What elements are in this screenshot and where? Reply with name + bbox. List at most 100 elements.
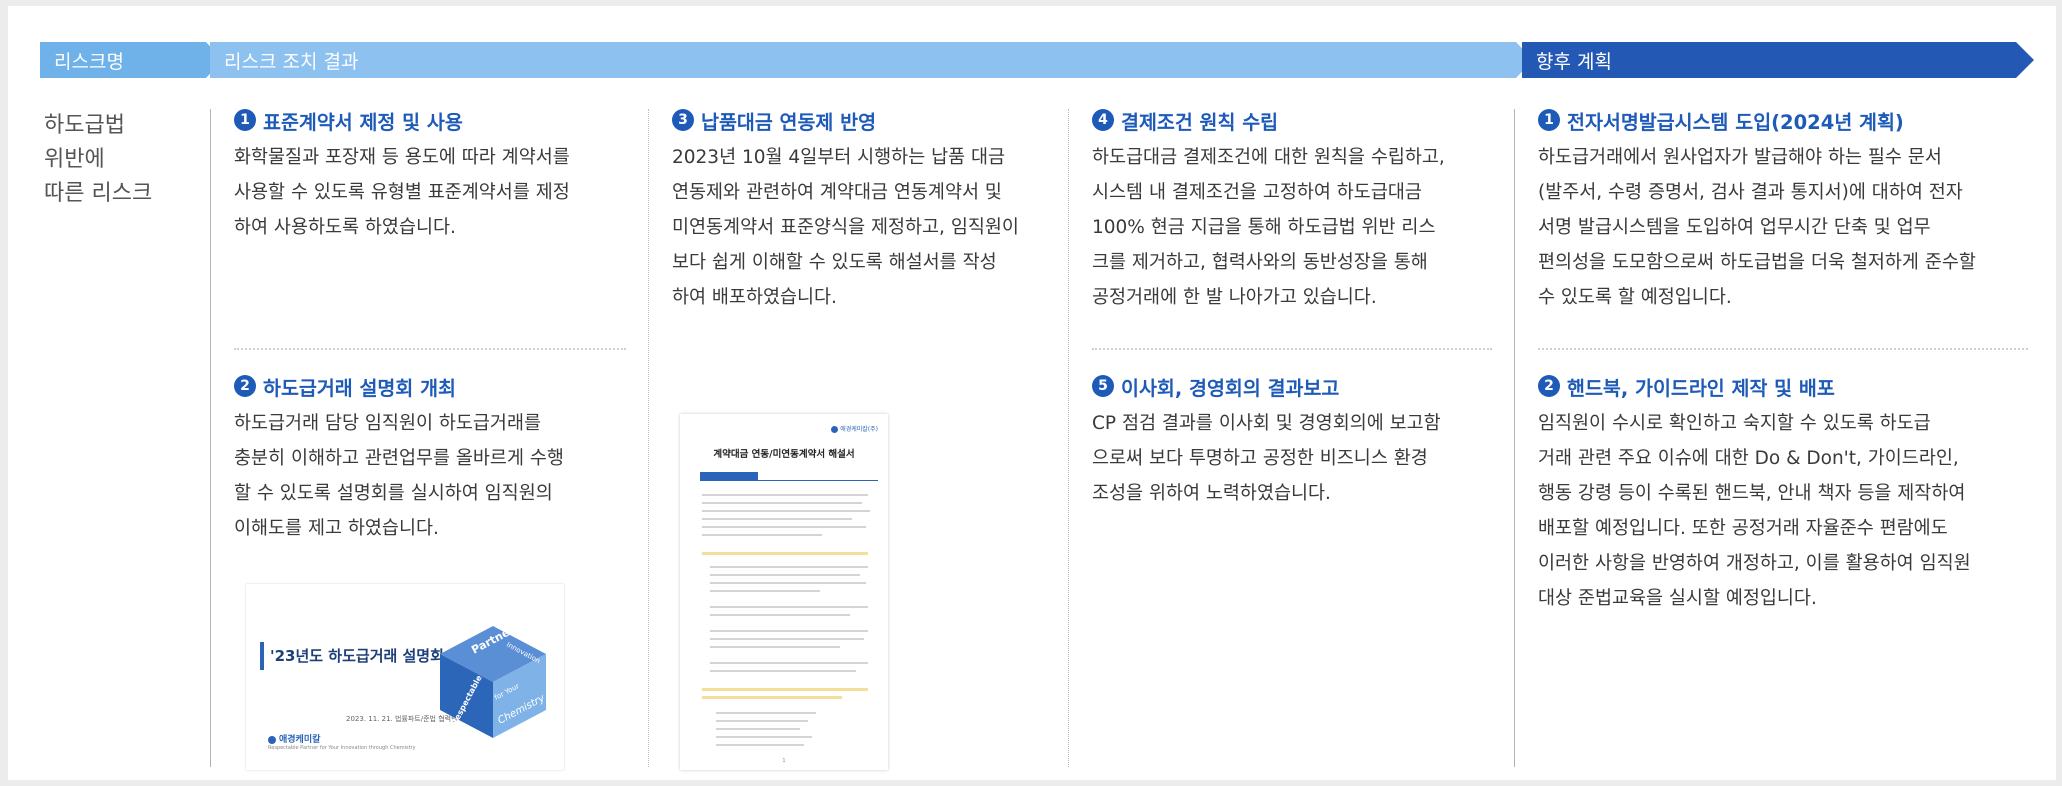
doc-highlight [702, 688, 868, 691]
doc-line [710, 646, 840, 648]
number-badge: 2 [234, 375, 256, 397]
body-line: (발주서, 수령 증명서, 검사 결과 통지서)에 대하여 전자 [1538, 182, 1963, 203]
slide-title-bar [260, 642, 264, 670]
body-line: 이해도를 제고 하였습니다. [234, 518, 439, 539]
body-line: 보다 쉽게 이해할 수 있도록 해설서를 작성 [672, 252, 997, 273]
header-risk-label: 리스크명 [54, 50, 124, 73]
result-body: 하도급거래 담당 임직원이 하도급거래를 충분히 이해하고 관련업무를 올바르게… [234, 406, 564, 546]
result-title: 4 결제조건 원칙 수립 [1092, 107, 1445, 134]
body-line: 화학물질과 포장재 등 용도에 따라 계약서를 [234, 147, 570, 168]
body-line: 시스템 내 결제조건을 고정하여 하도급대금 [1092, 182, 1422, 203]
column-divider [210, 109, 211, 767]
plan-title: 2 핸드북, 가이드라인 제작 및 배포 [1538, 373, 1971, 400]
body-line: 충분히 이해하고 관련업무를 올바르게 수행 [234, 448, 564, 469]
header-risk-name: 리스크명 [40, 42, 223, 78]
seminar-slide-image: '23년도 하도급거래 설명회 2023. 11. 21. 법률파트/준법 협력… [246, 584, 564, 770]
result-title-text: 납품대금 연동제 반영 [701, 110, 877, 134]
company-logo-icon [831, 426, 839, 433]
doc-logo-text: 애경케미칼(주) [840, 426, 878, 433]
doc-line [716, 712, 816, 714]
plan-title: 1 전자서명발급시스템 도입(2024년 계획) [1538, 107, 1976, 134]
body-line: 하도급거래에서 원사업자가 발급해야 하는 필수 문서 [1538, 147, 1942, 168]
body-line: 거래 관련 주요 이슈에 대한 Do & Don't, 가이드라인, [1538, 448, 1959, 469]
header-future-plan: 향후 계획 [1522, 42, 2034, 78]
doc-line [702, 526, 866, 528]
doc-title: 계약대금 연동/미연동계약서 해설서 [713, 449, 855, 460]
result-item-5: 5 이사회, 경영회의 결과보고 CP 점검 결과를 이사회 및 경영회의에 보고… [1092, 373, 1441, 511]
doc-line [716, 744, 804, 746]
guide-document-image: 애경케미칼(주) 계약대금 연동/미연동계약서 해설서 1 [680, 414, 888, 770]
doc-highlight [702, 696, 842, 699]
doc-line [716, 736, 812, 738]
result-body: 화학물질과 포장재 등 용도에 따라 계약서를 사용할 수 있도록 유형별 표준… [234, 140, 570, 245]
header-plan-label: 향후 계획 [1536, 50, 1612, 73]
number-badge: 1 [1538, 109, 1560, 131]
result-item-1: 1 표준계약서 제정 및 사용 화학물질과 포장재 등 용도에 따라 계약서를 사… [234, 107, 570, 245]
body-line: CP 점검 결과를 이사회 및 경영회의에 보고함 [1092, 413, 1441, 434]
doc-line [710, 574, 860, 576]
body-line: 공정거래에 한 발 나아가고 있습니다. [1092, 287, 1377, 308]
result-title-text: 결제조건 원칙 수립 [1121, 110, 1279, 134]
result-body: 2023년 10월 4일부터 시행하는 납품 대금 연동제와 관련하여 계약대금… [672, 140, 1019, 315]
risk-name-line: 따른 리스크 [44, 181, 153, 206]
plan-item-2: 2 핸드북, 가이드라인 제작 및 배포 임직원이 수시로 확인하고 숙지할 수 … [1538, 373, 1971, 616]
body-line: 조성을 위하여 노력하였습니다. [1092, 483, 1331, 504]
result-item-2: 2 하도급거래 설명회 개최 하도급거래 담당 임직원이 하도급거래를 충분히 이… [234, 373, 564, 546]
result-item-3: 3 납품대금 연동제 반영 2023년 10월 4일부터 시행하는 납품 대금 연… [672, 107, 1019, 315]
body-line: 편의성을 도모함으로써 하도급법을 더욱 철저하게 준수할 [1538, 252, 1976, 273]
row-divider [234, 348, 626, 350]
number-badge: 3 [672, 109, 694, 131]
doc-line [710, 638, 864, 640]
header-risk-result: 리스크 조치 결과 [210, 42, 1533, 78]
body-line: 이러한 사항을 반영하여 개정하고, 이를 활용하여 임직원 [1538, 553, 1971, 574]
doc-line [702, 494, 868, 496]
plan-body: 하도급거래에서 원사업자가 발급해야 하는 필수 문서 (발주서, 수령 증명서… [1538, 140, 1976, 315]
body-line: 할 수 있도록 설명회를 실시하여 임직원의 [234, 483, 553, 504]
plan-title-text: 핸드북, 가이드라인 제작 및 배포 [1567, 376, 1835, 400]
body-line: 하여 배포하였습니다. [672, 287, 837, 308]
header-result-label: 리스크 조치 결과 [224, 50, 359, 73]
column-divider [1514, 109, 1515, 767]
doc-rule [700, 480, 878, 481]
number-badge: 5 [1092, 375, 1114, 397]
row-divider [1538, 348, 2028, 350]
slide-title: '23년도 하도급거래 설명회 [270, 647, 444, 665]
slide-logo: 애경케미칼 [268, 732, 320, 745]
doc-line [710, 614, 850, 616]
company-logo-icon [268, 735, 276, 744]
body-line: 연동제와 관련하여 계약대금 연동계약서 및 [672, 182, 1002, 203]
result-body: CP 점검 결과를 이사회 및 경영회의에 보고함 으로써 보다 투명하고 공정… [1092, 406, 1441, 511]
doc-line [702, 510, 870, 512]
result-title: 2 하도급거래 설명회 개최 [234, 373, 564, 400]
doc-page-number: 1 [782, 758, 786, 764]
body-line: 배포할 예정입니다. 또한 공정거래 자율준수 편람에도 [1538, 518, 1948, 539]
doc-line [716, 720, 808, 722]
body-line: 2023년 10월 4일부터 시행하는 납품 대금 [672, 147, 1006, 168]
body-line: 100% 현금 지급을 통해 하도급법 위반 리스 [1092, 217, 1436, 238]
body-line: 으로써 보다 투명하고 공정한 비즈니스 환경 [1092, 448, 1428, 469]
body-line: 사용할 수 있도록 유형별 표준계약서를 제정 [234, 182, 570, 203]
number-badge: 2 [1538, 375, 1560, 397]
doc-line [710, 670, 856, 672]
plan-item-1: 1 전자서명발급시스템 도입(2024년 계획) 하도급거래에서 원사업자가 발급… [1538, 107, 1976, 315]
result-item-4: 4 결제조건 원칙 수립 하도급대금 결제조건에 대한 원칙을 수립하고, 시스템… [1092, 107, 1445, 315]
doc-line [702, 534, 822, 536]
result-title: 1 표준계약서 제정 및 사용 [234, 107, 570, 134]
body-line: 하도급거래 담당 임직원이 하도급거래를 [234, 413, 541, 434]
body-line: 하도급대금 결제조건에 대한 원칙을 수립하고, [1092, 147, 1445, 168]
result-title: 5 이사회, 경영회의 결과보고 [1092, 373, 1441, 400]
result-title: 3 납품대금 연동제 반영 [672, 107, 1019, 134]
body-line: 미연동계약서 표준양식을 제정하고, 임직원이 [672, 217, 1019, 238]
result-title-text: 하도급거래 설명회 개최 [263, 376, 456, 400]
body-line: 수 있도록 할 예정입니다. [1538, 287, 1732, 308]
risk-name-line: 하도급법 [44, 113, 125, 138]
result-title-text: 표준계약서 제정 및 사용 [263, 110, 463, 134]
doc-line [716, 728, 800, 730]
body-line: 서명 발급시스템을 도입하여 업무시간 단축 및 업무 [1538, 217, 1931, 238]
page-canvas: 리스크명 리스크 조치 결과 향후 계획 하도급법 위반에 따른 리스크 1 표준… [8, 6, 2056, 780]
doc-logo: 애경케미칼(주) [831, 424, 878, 433]
doc-line [710, 606, 868, 608]
number-badge: 4 [1092, 109, 1114, 131]
row-divider [1092, 348, 1492, 350]
risk-name-line: 위반에 [44, 147, 105, 172]
